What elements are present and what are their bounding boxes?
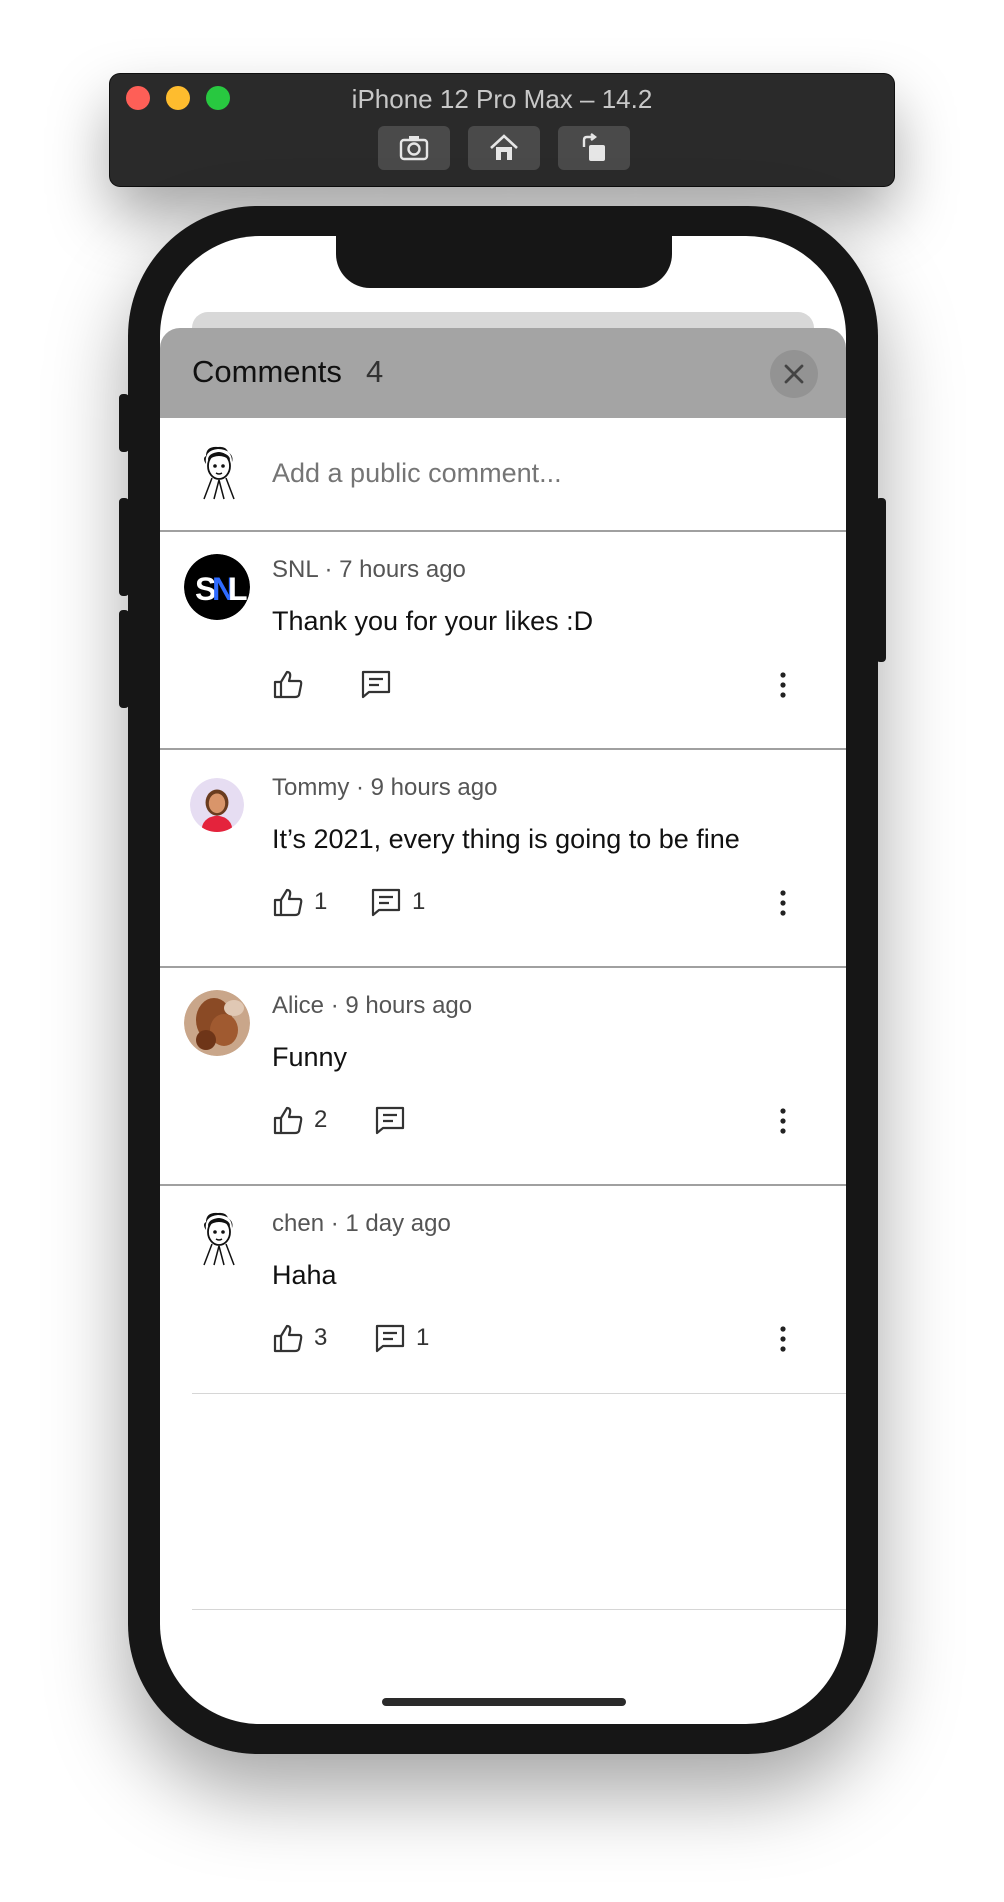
home-icon <box>490 134 518 160</box>
home-indicator[interactable] <box>382 1698 626 1706</box>
more-options-icon[interactable] <box>776 1106 790 1136</box>
comment-meta: Tommy · 9 hours ago <box>272 774 498 801</box>
more-options-icon[interactable] <box>776 888 790 918</box>
reply-count: 1 <box>416 1324 430 1351</box>
comment-item: Alice · 9 hours ago Funny 2 <box>160 968 846 1186</box>
comment-meta: SNL · 7 hours ago <box>272 556 466 583</box>
simulator-window: iPhone 12 Pro Max – 14.2 <box>110 74 894 186</box>
reply-count: 1 <box>412 888 426 915</box>
reply-button[interactable]: 1 <box>370 886 425 918</box>
comment-input[interactable] <box>272 458 772 489</box>
comment-meta: Alice · 9 hours ago <box>272 992 473 1019</box>
snl-avatar: S N L <box>184 554 250 620</box>
like-button[interactable]: 1 <box>272 886 327 918</box>
like-button[interactable] <box>272 668 314 700</box>
comment-text: Funny <box>272 1042 348 1072</box>
reply-button[interactable] <box>360 668 402 700</box>
comment-item: Tommy · 9 hours ago It’s 2021, every thi… <box>160 750 846 968</box>
like-count: 3 <box>314 1324 328 1351</box>
alice-avatar <box>184 990 250 1056</box>
more-options-icon[interactable] <box>776 1324 790 1354</box>
chen-avatar <box>203 1212 235 1266</box>
rotate-button[interactable] <box>558 126 630 170</box>
simulator-title: iPhone 12 Pro Max – 14.2 <box>351 84 653 114</box>
comment-text: It’s 2021, every thing is going to be fi… <box>272 824 740 854</box>
screenshot-button[interactable] <box>378 126 450 170</box>
like-count: 1 <box>314 888 328 915</box>
comments-header: Comments 4 <box>160 328 846 418</box>
comment-item: S N L SNL · 7 hours ago Thank you for yo… <box>160 532 846 750</box>
divider <box>192 1393 846 1394</box>
notch <box>336 236 672 288</box>
like-button[interactable]: 3 <box>272 1322 327 1354</box>
phone-screen: Comments 4 S N L SNL · 7 hours ago Than <box>160 236 846 1724</box>
comment-icon <box>375 1106 405 1135</box>
more-options-icon[interactable] <box>776 670 790 700</box>
comments-count: 4 <box>366 354 384 389</box>
reply-button[interactable] <box>374 1104 416 1136</box>
comment-icon <box>371 888 401 917</box>
svg-text:L: L <box>228 571 248 607</box>
thumbs-up-icon <box>273 670 303 699</box>
reply-button[interactable]: 1 <box>374 1322 429 1354</box>
thumbs-up-icon <box>273 1324 303 1353</box>
close-icon <box>784 364 804 384</box>
comment-text: Haha <box>272 1260 337 1290</box>
like-count: 2 <box>314 1106 328 1133</box>
close-button[interactable] <box>770 350 818 398</box>
user-avatar <box>203 446 235 500</box>
comment-meta: chen · 1 day ago <box>272 1210 451 1237</box>
comment-icon <box>375 1324 405 1353</box>
like-button[interactable]: 2 <box>272 1104 327 1136</box>
home-button[interactable] <box>468 126 540 170</box>
thumbs-up-icon <box>273 1106 303 1135</box>
comment-item: chen · 1 day ago Haha 3 1 <box>160 1186 846 1402</box>
thumbs-up-icon <box>273 888 303 917</box>
compose-row <box>160 418 846 532</box>
comment-icon <box>361 670 391 699</box>
tommy-avatar <box>190 778 244 832</box>
screenshot-icon <box>399 136 429 161</box>
comment-text: Thank you for your likes :D <box>272 606 594 636</box>
rotate-icon <box>582 133 605 161</box>
divider <box>192 1609 846 1610</box>
comments-title: Comments <box>192 354 342 389</box>
